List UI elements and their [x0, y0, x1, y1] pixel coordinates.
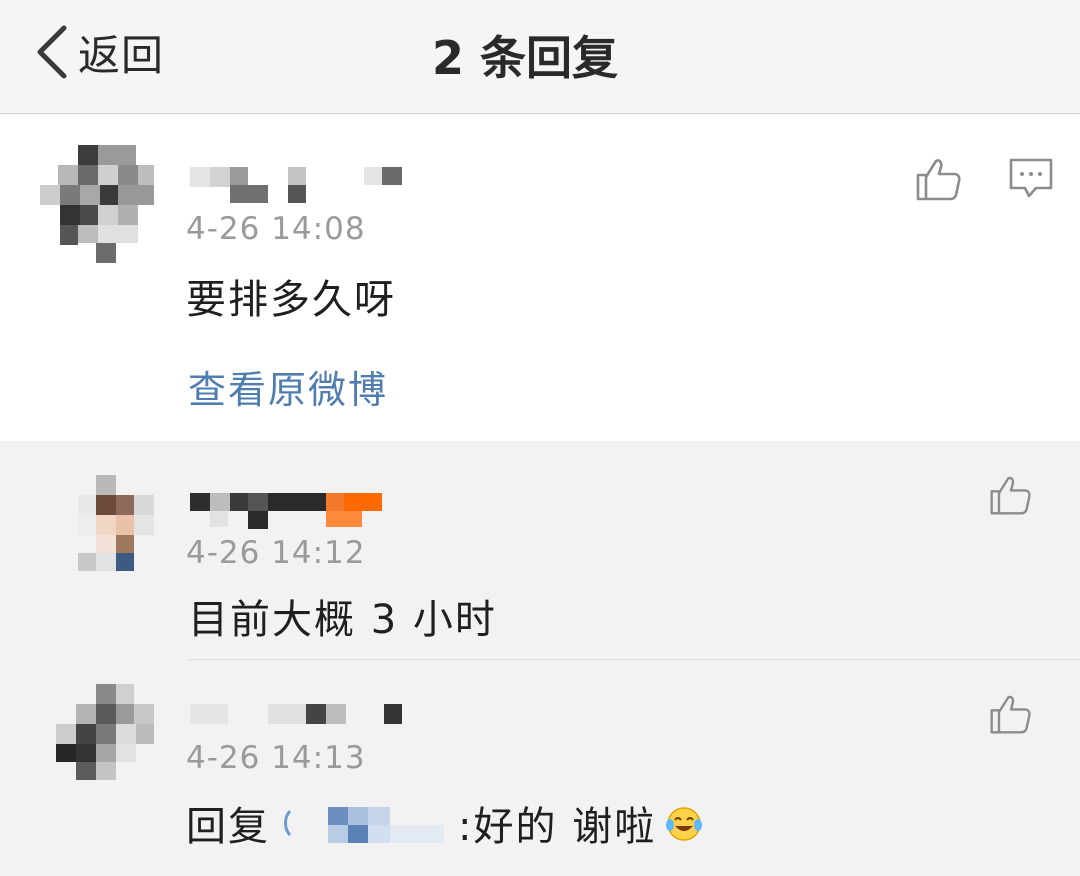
avatar[interactable]	[56, 684, 156, 782]
mention-redacted[interactable]	[276, 801, 452, 845]
avatar-image	[78, 475, 154, 571]
like-button[interactable]	[988, 692, 1032, 740]
reply-timestamp: 4-26 14:12	[186, 535, 366, 571]
like-button[interactable]	[988, 473, 1032, 521]
reply-prefix: 回复	[186, 804, 270, 850]
reply-text: 目前大概 3 小时	[188, 597, 497, 643]
avatar[interactable]	[78, 475, 154, 571]
username-redacted[interactable]	[190, 491, 390, 535]
avatar[interactable]	[40, 145, 156, 263]
reply-suffix: :好的 谢啦	[458, 804, 657, 850]
avatar-image	[56, 684, 154, 780]
main-comment: 4-26 14:08 要排多久呀 查看原微博	[0, 115, 1080, 441]
laughing-tears-emoji	[666, 807, 703, 841]
comment-reply-button[interactable]	[1008, 157, 1054, 205]
username-redacted[interactable]	[190, 165, 410, 209]
redacted-pixels	[190, 493, 382, 529]
reply-item: 4-26 14:13 回复 :好的 谢啦	[0, 660, 1080, 876]
thumbs-up-icon	[990, 476, 1031, 515]
like-button[interactable]	[914, 155, 962, 207]
page-title: 2 条回复	[431, 31, 619, 85]
reply-timestamp: 4-26 14:13	[186, 740, 366, 776]
thumbs-up-icon	[990, 695, 1031, 734]
view-original-link[interactable]: 查看原微博	[188, 359, 388, 414]
comment-icon	[1009, 158, 1053, 198]
avatar-image	[40, 145, 154, 263]
username-redacted[interactable]	[190, 700, 410, 734]
reply-text: 回复 :好的 谢啦	[186, 794, 704, 852]
reply-item: 4-26 14:12 目前大概 3 小时	[0, 441, 1080, 659]
comment-text: 要排多久呀	[186, 277, 396, 323]
thumbs-up-icon	[916, 159, 961, 201]
redacted-pixels	[190, 704, 402, 724]
top-nav-bar: 返回 2 条回复	[0, 0, 1080, 114]
comment-timestamp: 4-26 14:08	[186, 211, 366, 247]
redacted-pixels	[190, 167, 402, 203]
